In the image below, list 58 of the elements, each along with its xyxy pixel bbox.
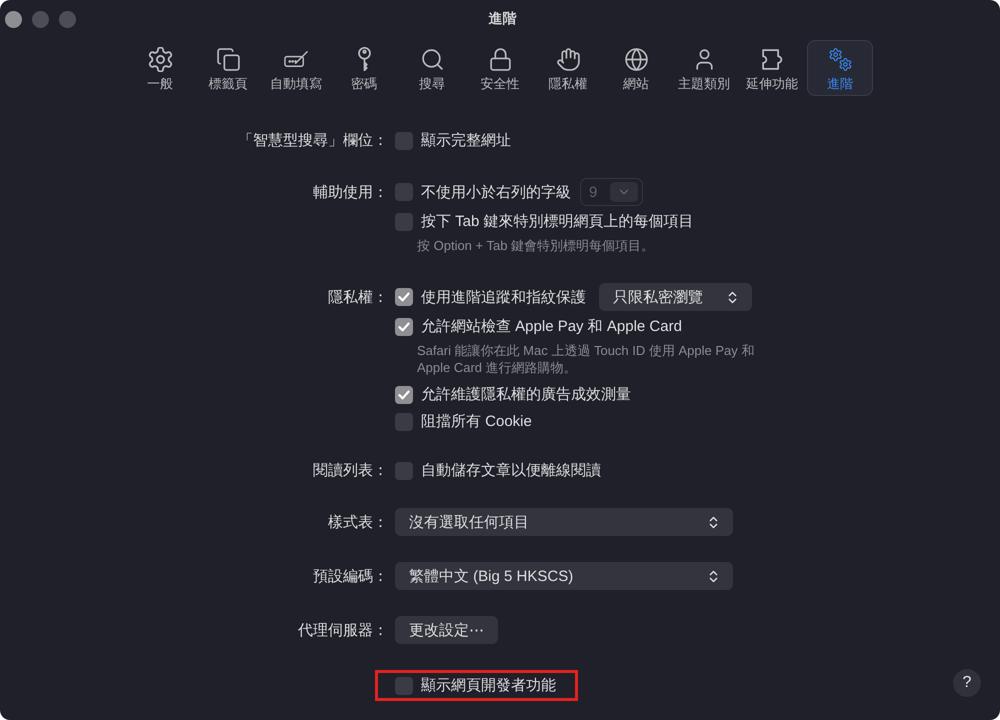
checkbox-label: 不使用小於右列的字級: [421, 182, 571, 202]
toolbar-tab[interactable]: 網站: [603, 40, 669, 96]
lock-icon: [488, 47, 512, 72]
checkbox-label: 按下 Tab 鍵來特別標明網頁上的每個項目: [421, 212, 694, 231]
zoom-button[interactable]: [59, 10, 76, 28]
toolbar-tab[interactable]: 標籤頁: [195, 40, 261, 96]
toolbar-tab[interactable]: 進階: [807, 40, 873, 96]
change-settings-button[interactable]: 更改設定⋯: [395, 616, 498, 644]
checkbox[interactable]: [395, 386, 413, 404]
window-title: 進階: [488, 10, 516, 28]
hint-text: 按 Option + Tab 鍵會特別標明每個項目。: [416, 237, 656, 254]
toolbar-tab[interactable]: 自動填寫: [263, 40, 329, 96]
close-button[interactable]: [5, 10, 22, 28]
toolbar-tab[interactable]: 主題類別: [671, 40, 737, 96]
popup-button[interactable]: 只限私密瀏覽: [599, 283, 752, 311]
setting-label: 輔助使用：: [313, 182, 388, 202]
checkbox[interactable]: [395, 212, 413, 230]
checkbox-label: 顯示完整網址: [421, 131, 511, 150]
check-icon: [398, 390, 410, 400]
checkbox[interactable]: [395, 132, 413, 150]
toolbar-tab[interactable]: 搜尋: [399, 40, 465, 96]
checkbox-label: 允許維護隱私權的廣告成效測量: [421, 385, 631, 404]
toolbar-tab[interactable]: 密碼: [331, 40, 397, 96]
checkbox-label: 顯示網頁開發者功能: [421, 676, 556, 695]
toolbar-tab[interactable]: 一般: [127, 40, 193, 96]
globe-icon: [624, 47, 648, 72]
setting-label: 樣式表：: [328, 512, 388, 532]
toolbar-tab[interactable]: 延伸功能: [739, 40, 805, 96]
checkbox[interactable]: [395, 676, 413, 694]
check-icon: [398, 292, 410, 302]
minimize-button[interactable]: [32, 10, 49, 28]
help-button[interactable]: ?: [953, 668, 981, 696]
checkbox[interactable]: [395, 183, 413, 201]
puzzle-piece-icon: [760, 47, 784, 72]
checkbox-label: 阻擋所有 Cookie: [421, 412, 532, 431]
setting-label: 「智慧型搜尋」欄位：: [238, 131, 388, 150]
gears-icon: [828, 47, 852, 72]
checkbox-label: 使用進階追蹤和指紋保護: [421, 288, 586, 306]
hand-icon: [556, 47, 580, 72]
gear-icon: [148, 47, 172, 72]
checkbox[interactable]: [395, 462, 413, 480]
checkbox-label: 自動儲存文章以便離線閱讀: [421, 461, 601, 480]
check-icon: [398, 322, 410, 332]
setting-label: 閱讀列表：: [313, 461, 388, 480]
checkbox-label: 允許網站檢查 Apple Pay 和 Apple Card: [421, 317, 682, 336]
hint-text: Safari 能讓你在此 Mac 上透過 Touch ID 使用 Apple Pay 和 Apple Card 進行網路購物。: [416, 342, 756, 376]
toolbar-tab[interactable]: 安全性: [467, 40, 533, 96]
toolbar-tab[interactable]: 隱私權: [535, 40, 601, 96]
overlapping-squares-icon: [216, 47, 240, 72]
setting-label: 預設編碼：: [313, 566, 388, 586]
popup-button[interactable]: 繁體中文 (Big 5 HKSCS): [395, 562, 733, 590]
checkbox[interactable]: [395, 288, 413, 306]
setting-label: 代理伺服器：: [298, 620, 388, 640]
search-icon: [420, 47, 444, 72]
popup-button[interactable]: 沒有選取任何項目: [395, 508, 733, 536]
checkbox[interactable]: [395, 318, 413, 336]
checkbox[interactable]: [395, 412, 413, 430]
setting-label: 隱私權：: [328, 288, 388, 306]
